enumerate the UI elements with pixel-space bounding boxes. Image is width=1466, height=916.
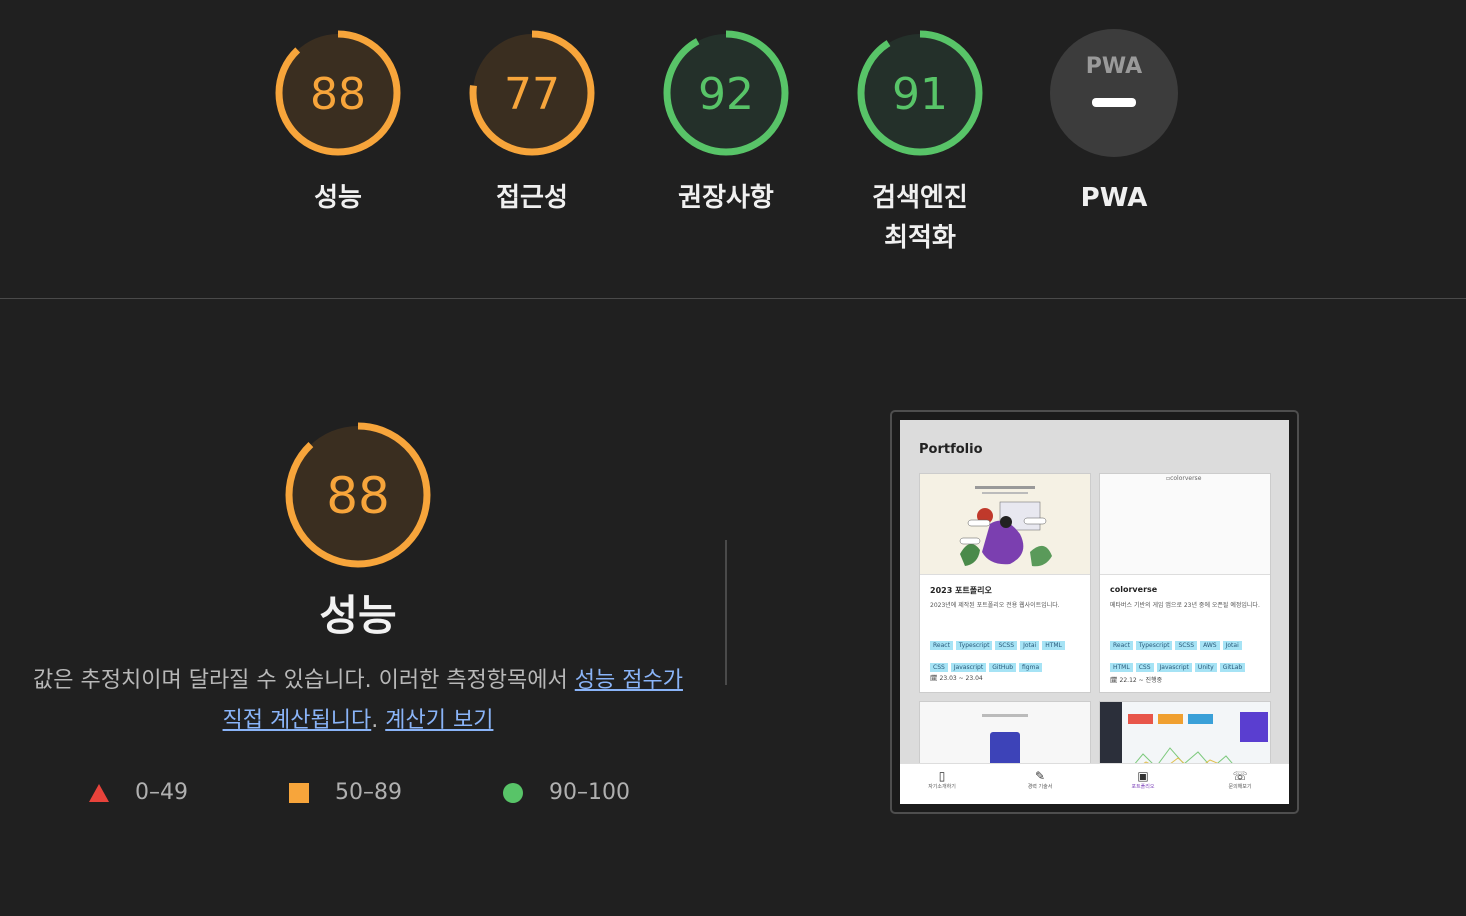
tag: React [930, 641, 953, 650]
nav-item-contact[interactable]: ☏ 문의해보기 [1200, 769, 1280, 790]
performance-gauge: 88 [285, 422, 431, 568]
card-illustration [920, 474, 1090, 575]
preview-block [1188, 714, 1213, 724]
document-icon: ▯ [938, 769, 946, 783]
legend-average: 50–89 [289, 780, 402, 805]
portfolio-icon: ▣ [1137, 769, 1149, 783]
tag: Typescript [1135, 641, 1173, 650]
gauge-pwa[interactable]: PWA PWA [1017, 28, 1211, 218]
gauge-ring: 88 [275, 30, 401, 156]
tag: Typescript [955, 641, 993, 650]
tag: CSS [930, 663, 948, 672]
tag: Javascript [1156, 663, 1192, 672]
legend-range: 90–100 [549, 780, 630, 805]
broken-image-icon: ▫colorverse [1166, 475, 1202, 482]
card-title: colorverse [1110, 585, 1158, 594]
gauge-ring: 91 [857, 30, 983, 156]
gauge-best-practices[interactable]: 92 권장사항 [629, 28, 823, 218]
legend-fail: 0–49 [89, 780, 188, 805]
pwa-badge: PWA [1050, 29, 1178, 157]
screenshot-content: Portfolio 2023 포트폴리오 2023년에 제작된 포트폴리오 전용… [900, 420, 1289, 804]
edit-icon: ✎ [1034, 769, 1046, 783]
performance-score: 88 [326, 467, 390, 525]
performance-description: 값은 추정치이며 달라질 수 있습니다. 이러한 측정항목에서 성능 점수가 직… [28, 661, 688, 741]
tag: SCSS [995, 641, 1018, 650]
gauge-score: 92 [698, 69, 754, 120]
performance-title: 성능 [319, 591, 397, 640]
tag: Jotai [1222, 641, 1242, 650]
tag: figma [1019, 663, 1043, 672]
card-title: 2023 포트폴리오 [930, 586, 992, 595]
gauge-score: 88 [310, 69, 366, 120]
tag: React [1110, 641, 1133, 650]
card-description: 2023년에 제작된 포트폴리오 전용 웹사이트입니다. [930, 602, 1060, 609]
gauge-ring: 77 [469, 30, 595, 156]
vertical-divider [725, 540, 727, 685]
gauge-score: 91 [892, 69, 948, 120]
card-date: 🗓 22.12 ~ 진행중 [1110, 677, 1163, 684]
tag: GitHub [989, 663, 1017, 672]
card-image-placeholder: ▫colorverse [1100, 474, 1270, 575]
gauge-seo[interactable]: 91 검색엔진 최적화 [823, 28, 1017, 258]
tag: HTML [1042, 641, 1065, 650]
illustration-icon [959, 486, 1052, 567]
card-date: 🗓 23.03 ~ 23.04 [930, 675, 983, 682]
bottom-navigation: ▯ 자기소개하기 ✎ 경력 기술서 ▣ 포트폴리오 ☏ 문의해보기 [900, 763, 1289, 804]
tag: CSS [1135, 663, 1154, 672]
gauge-label-line2: 최적화 [884, 223, 956, 253]
category-gauges: 88 성능 77 접근성 92 권장사항 91 검색엔진 최적화 PWA PWA [0, 28, 1466, 268]
square-icon [289, 783, 309, 803]
gauge-performance[interactable]: 88 성능 [241, 28, 435, 218]
triangle-icon [89, 784, 109, 802]
score-legend: 0–49 50–89 90–100 [0, 770, 716, 820]
gauge-score: 77 [504, 69, 560, 120]
gauge-label: 권장사항 [678, 183, 774, 213]
tag: AWS [1200, 641, 1220, 650]
calculator-link[interactable]: 계산기 보기 [385, 708, 493, 733]
preview-banner [1240, 712, 1268, 742]
tag: Unity [1194, 663, 1217, 672]
tag: Jotai [1020, 641, 1040, 650]
performance-summary: 88 성능 값은 추정치이며 달라질 수 있습니다. 이러한 측정항목에서 성능… [0, 420, 716, 741]
section-divider [0, 298, 1466, 299]
phone-icon: ☏ [1232, 769, 1248, 783]
pwa-logo-icon: PWA [1086, 54, 1142, 79]
project-card: 2023 포트폴리오 2023년에 제작된 포트폴리오 전용 웹사이트입니다. … [919, 473, 1091, 693]
legend-range: 0–49 [135, 780, 188, 805]
tag: GitLab [1219, 663, 1246, 672]
gauge-label: 접근성 [496, 183, 568, 213]
dash-icon [1092, 98, 1136, 107]
card-description: 메타버스 기반의 게임 앱으로 23년 중에 오픈될 예정입니다. [1110, 602, 1260, 609]
preview-block [1158, 714, 1183, 724]
card-tags: React Typescript SCSS AWS Jotai HTML CSS Javasc… [1110, 632, 1270, 676]
gauge-ring: 92 [663, 30, 789, 156]
preview-block [1128, 714, 1153, 724]
nav-item-portfolio[interactable]: ▣ 포트폴리오 [1103, 769, 1183, 790]
card-tags: React Typescript SCSS Jotai HTML CSS Javascrip… [930, 632, 1090, 676]
project-card: ▫colorverse colorverse 메타버스 기반의 게임 앱으로 2… [1099, 473, 1271, 693]
tag: SCSS [1175, 641, 1198, 650]
tag: Javascript [950, 663, 987, 672]
final-screenshot[interactable]: Portfolio 2023 포트폴리오 2023년에 제작된 포트폴리오 전용… [890, 410, 1299, 814]
description-period: . [371, 708, 386, 733]
legend-range: 50–89 [335, 780, 402, 805]
circle-icon [503, 783, 523, 803]
gauge-label: 검색엔진 [872, 183, 968, 213]
nav-item-about[interactable]: ▯ 자기소개하기 [902, 769, 982, 790]
preview-line [982, 714, 1028, 717]
description-text: 값은 추정치이며 달라질 수 있습니다. 이러한 측정항목에서 [33, 668, 575, 693]
nav-item-career[interactable]: ✎ 경력 기술서 [1000, 769, 1080, 790]
gauge-accessibility[interactable]: 77 접근성 [435, 28, 629, 218]
legend-pass: 90–100 [503, 780, 630, 805]
screenshot-title: Portfolio [919, 442, 983, 457]
gauge-label: 성능 [314, 183, 362, 213]
gauge-label: PWA [1080, 183, 1148, 213]
tag: HTML [1110, 663, 1133, 672]
